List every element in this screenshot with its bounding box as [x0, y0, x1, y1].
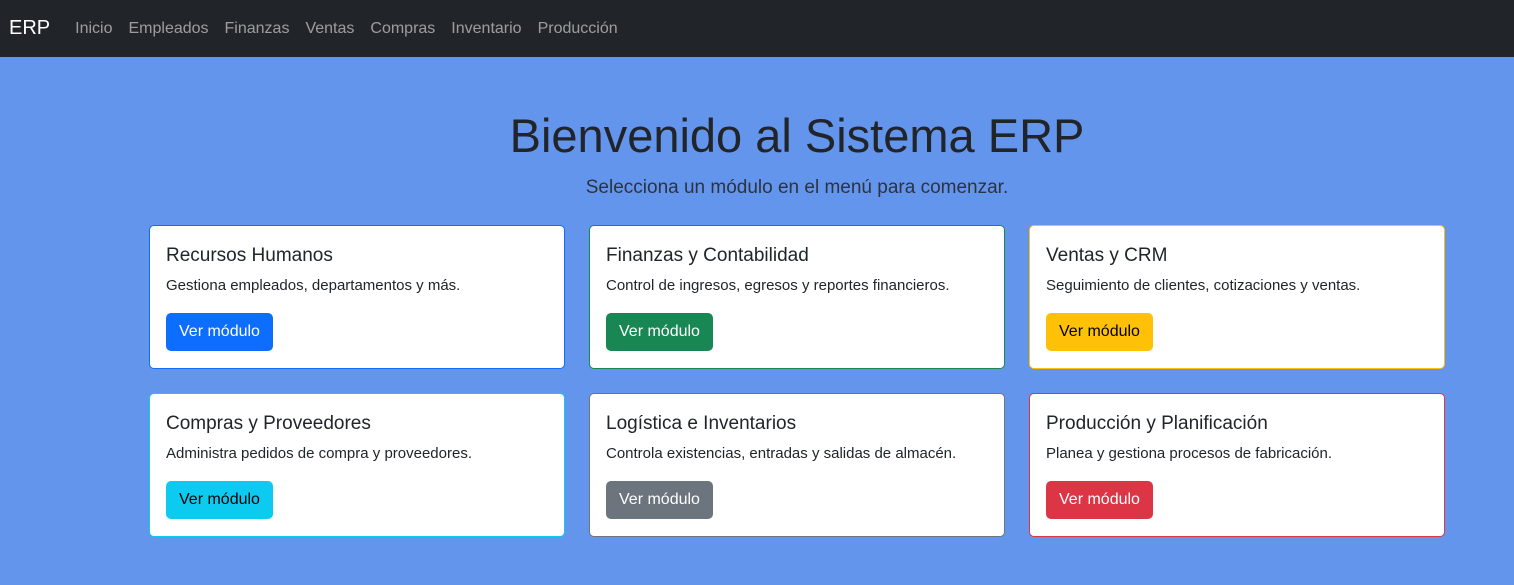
card-text: Administra pedidos de compra y proveedor… — [166, 445, 472, 462]
card-text: Controla existencias, entradas y salidas… — [606, 445, 957, 462]
ver-modulo-button-ventas[interactable]: Ver módulo — [1046, 313, 1153, 351]
module-card-compras: Compras y Proveedores Administra pedidos… — [149, 393, 565, 537]
card-title: Compras y Proveedores — [166, 413, 371, 434]
top-navbar: ERP Inicio Empleados Finanzas Ventas Com… — [0, 0, 1514, 57]
brand-link[interactable]: ERP — [9, 17, 50, 40]
nav-link-empleados[interactable]: Empleados — [128, 20, 208, 38]
ver-modulo-button-produccion[interactable]: Ver módulo — [1046, 481, 1153, 519]
module-card-finanzas: Finanzas y Contabilidad Control de ingre… — [589, 225, 1005, 369]
nav-link-inicio[interactable]: Inicio — [75, 20, 112, 38]
ver-modulo-button-rrhh[interactable]: Ver módulo — [166, 313, 273, 351]
module-card-ventas: Ventas y CRM Seguimiento de clientes, co… — [1029, 225, 1445, 369]
card-text: Planea y gestiona procesos de fabricació… — [1046, 445, 1333, 462]
card-title: Finanzas y Contabilidad — [606, 245, 809, 266]
card-text: Gestiona empleados, departamentos y más. — [166, 277, 461, 294]
nav-link-ventas[interactable]: Ventas — [305, 20, 354, 38]
card-title: Producción y Planificación — [1046, 413, 1268, 434]
page-subtitle: Selecciona un módulo en el menú para com… — [585, 177, 1009, 198]
card-title: Recursos Humanos — [166, 245, 333, 266]
ver-modulo-button-compras[interactable]: Ver módulo — [166, 481, 273, 519]
module-grid: Recursos Humanos Gestiona empleados, dep… — [149, 225, 1445, 537]
card-title: Logística e Inventarios — [606, 413, 797, 434]
module-card-recursos-humanos: Recursos Humanos Gestiona empleados, dep… — [149, 225, 565, 369]
nav-link-compras[interactable]: Compras — [370, 20, 435, 38]
card-title: Ventas y CRM — [1046, 245, 1168, 266]
ver-modulo-button-logistica[interactable]: Ver módulo — [606, 481, 713, 519]
ver-modulo-button-finanzas[interactable]: Ver módulo — [606, 313, 713, 351]
module-card-logistica: Logística e Inventarios Controla existen… — [589, 393, 1005, 537]
nav-link-finanzas[interactable]: Finanzas — [225, 20, 290, 38]
nav-link-inventario[interactable]: Inventario — [451, 20, 521, 38]
card-text: Seguimiento de clientes, cotizaciones y … — [1046, 277, 1361, 294]
card-text: Control de ingresos, egresos y reportes … — [606, 277, 950, 294]
nav-link-produccion[interactable]: Producción — [538, 20, 618, 38]
module-card-produccion: Producción y Planificación Planea y gest… — [1029, 393, 1445, 537]
page-title: Bienvenido al Sistema ERP — [509, 109, 1085, 162]
